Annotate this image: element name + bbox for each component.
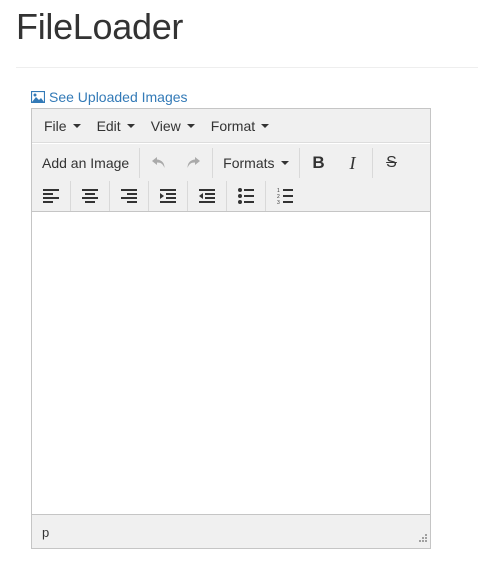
menu-file[interactable]: File (36, 109, 89, 143)
menu-edit[interactable]: Edit (89, 109, 143, 143)
formats-label: Formats (223, 155, 275, 171)
bullet-list-button[interactable] (229, 181, 263, 211)
undo-button[interactable] (142, 148, 176, 178)
align-left-button[interactable] (34, 181, 68, 211)
align-center-button[interactable] (73, 181, 107, 211)
add-image-button[interactable]: Add an Image (34, 148, 137, 178)
outdent-button[interactable] (190, 181, 224, 211)
element-path[interactable]: p (42, 525, 49, 540)
align-right-button[interactable] (112, 181, 146, 211)
caret-down-icon (280, 161, 289, 165)
strikethrough-icon: S (386, 154, 397, 171)
see-uploaded-images-link[interactable]: See Uploaded Images (31, 89, 188, 105)
add-image-label: Add an Image (42, 155, 130, 171)
menu-view-label: View (150, 117, 181, 134)
caret-down-icon (186, 123, 195, 128)
outdent-icon (199, 189, 215, 203)
rich-text-editor: File Edit View Format Add an Image Forma… (31, 108, 431, 549)
redo-button[interactable] (176, 148, 210, 178)
menu-edit-label: Edit (96, 117, 121, 134)
align-right-icon (121, 189, 137, 203)
bullet-list-icon (238, 188, 254, 204)
indent-icon (160, 189, 176, 203)
editor-toolbar: Add an Image Formats B I S 1 2 3 (32, 144, 430, 212)
italic-button[interactable]: I (336, 148, 370, 178)
bold-button[interactable]: B (302, 148, 336, 178)
menu-file-label: File (44, 117, 67, 134)
resize-handle-icon[interactable] (418, 531, 428, 546)
strikethrough-button[interactable]: S (375, 148, 409, 178)
image-icon (31, 91, 45, 103)
numbered-list-button[interactable]: 1 2 3 (268, 181, 302, 211)
toolbar-row-1: Add an Image Formats B I S (32, 146, 430, 180)
svg-text:3: 3 (277, 200, 280, 205)
header-divider (16, 67, 478, 68)
redo-icon (185, 156, 201, 170)
numbered-list-icon: 1 2 3 (277, 187, 293, 205)
menu-view[interactable]: View (143, 109, 203, 143)
align-left-icon (43, 189, 59, 203)
editor-statusbar: p (32, 514, 430, 548)
menu-format-label: Format (210, 117, 256, 134)
editor-menubar: File Edit View Format (32, 109, 430, 143)
indent-button[interactable] (151, 181, 185, 211)
caret-down-icon (261, 123, 270, 128)
page-title: FileLoader (16, 6, 184, 47)
caret-down-icon (126, 123, 135, 128)
caret-down-icon (72, 123, 81, 128)
editor-content-area[interactable] (32, 213, 430, 513)
undo-icon (151, 156, 167, 170)
see-uploaded-images-label: See Uploaded Images (49, 89, 188, 105)
align-center-icon (82, 189, 98, 203)
formats-dropdown[interactable]: Formats (215, 148, 296, 178)
toolbar-row-2: 1 2 3 (32, 179, 430, 213)
italic-icon: I (349, 152, 356, 173)
menu-format[interactable]: Format (203, 109, 277, 143)
bold-icon: B (312, 153, 325, 172)
